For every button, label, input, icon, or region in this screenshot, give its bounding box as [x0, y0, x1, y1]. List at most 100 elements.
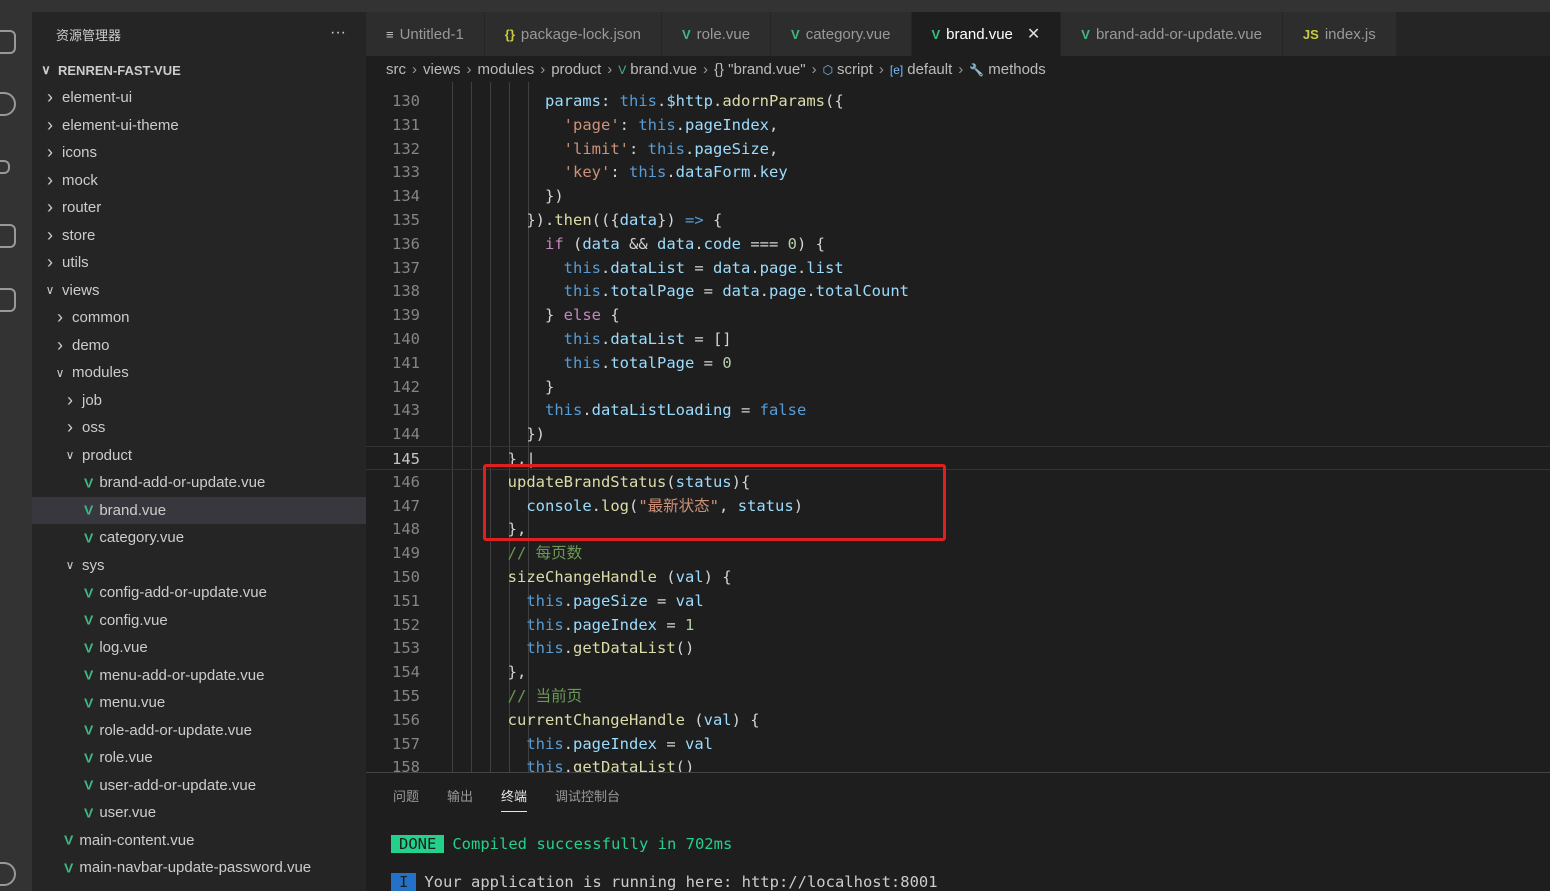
code-line[interactable]: 149 // 每页数 [366, 541, 1550, 565]
code-line[interactable]: 154 }, [366, 660, 1550, 684]
tree-item[interactable]: Vbrand.vue [32, 496, 366, 524]
panel-tab[interactable]: 调试控制台 [555, 786, 620, 805]
code-line[interactable]: 136 if (data && data.code === 0) { [366, 232, 1550, 256]
code-line[interactable]: 142 } [366, 375, 1550, 399]
tree-item[interactable]: › mock [32, 167, 366, 195]
code-editor[interactable]: 130 params: this.$http.adornParams({131 … [366, 82, 1550, 772]
breadcrumb-item[interactable]: ⬡ script [823, 61, 873, 78]
tree-item[interactable]: ∨ modules [32, 359, 366, 387]
tree-item-label: store [62, 226, 96, 244]
tree-item-label: config-add-or-update.vue [99, 584, 267, 602]
code-line[interactable]: 134 }) [366, 184, 1550, 208]
code-text: this.totalPage = data.page.totalCount [433, 279, 909, 303]
code-line[interactable]: 143 this.dataListLoading = false [366, 398, 1550, 422]
code-text: } [433, 375, 554, 399]
tree-item[interactable]: Vrole-add-or-update.vue [32, 717, 366, 745]
code-line[interactable]: 157 this.pageIndex = val [366, 732, 1550, 756]
tab-index-js[interactable]: JS index.js [1282, 12, 1397, 56]
code-line[interactable]: 152 this.pageIndex = 1 [366, 613, 1550, 637]
search-icon[interactable] [0, 92, 16, 116]
close-icon[interactable]: ✕ [1027, 24, 1040, 44]
breadcrumb-item[interactable]: {} "brand.vue" [714, 61, 806, 78]
chevron-right-icon: › [47, 87, 53, 108]
tree-item-label: user-add-or-update.vue [99, 776, 257, 794]
tree-item[interactable]: Vmenu.vue [32, 689, 366, 717]
tab-brand-vue[interactable]: Vbrand.vue ✕ [911, 12, 1062, 56]
tree-item[interactable]: Vconfig-add-or-update.vue [32, 579, 366, 607]
code-token: sizeChangeHandle [507, 568, 657, 586]
code-line[interactable]: 151 this.pageSize = val [366, 589, 1550, 613]
tree-item[interactable]: › utils [32, 249, 366, 277]
tab-Untitled-1[interactable]: ≡ Untitled-1 [366, 12, 485, 56]
tree-item[interactable]: Vbrand-add-or-update.vue [32, 469, 366, 497]
code-token: else [563, 306, 601, 325]
tree-item[interactable]: › store [32, 222, 366, 250]
code-line[interactable]: 153 this.getDataList() [366, 636, 1550, 660]
code-token: => [684, 211, 704, 229]
tree-item[interactable]: › icons [32, 139, 366, 167]
code-line[interactable]: 133 'key': this.dataForm.key [366, 160, 1550, 184]
tree-item[interactable]: › job [32, 387, 366, 415]
tree-item-label: demo [72, 336, 110, 354]
breadcrumb-item[interactable]: product [551, 61, 601, 78]
account-icon[interactable] [0, 862, 16, 886]
breadcrumb-item[interactable]: views [423, 61, 461, 78]
source-control-icon[interactable] [0, 160, 10, 174]
code-text: // 当前页 [433, 684, 583, 708]
code-line[interactable]: 131 'page': this.pageIndex, [366, 113, 1550, 137]
code-line[interactable]: 158 this.getDataList() [366, 755, 1550, 772]
explorer-icon[interactable] [0, 30, 16, 54]
tree-item[interactable]: Vrole.vue [32, 744, 366, 772]
panel-tab[interactable]: 终端 [501, 786, 528, 812]
breadcrumb-item[interactable]: Vbrand.vue [618, 61, 697, 78]
tree-item[interactable]: Vcategory.vue [32, 524, 366, 552]
tree-item[interactable]: › common [32, 304, 366, 332]
tree-item[interactable]: › element-ui-theme [32, 112, 366, 140]
tree-item[interactable]: Vuser.vue [32, 799, 366, 827]
breadcrumb-item[interactable]: modules [478, 61, 535, 78]
tree-item[interactable]: Vmain-navbar-update-password.vue [32, 854, 366, 882]
tree-item[interactable]: ∨ views [32, 277, 366, 305]
tree-item[interactable]: ∨ sys [32, 552, 366, 580]
tree-item[interactable]: › element-ui [32, 84, 366, 112]
run-debug-icon[interactable] [0, 224, 16, 248]
code-line[interactable]: 144 }) [366, 422, 1550, 446]
line-number: 139 [392, 306, 420, 325]
workspace-root[interactable]: ∨ RENREN-FAST-VUE [32, 56, 366, 84]
code-line[interactable]: 139 } else { [366, 303, 1550, 327]
tab-package-lock-json[interactable]: {} package-lock.json [484, 12, 662, 56]
tree-item[interactable]: Vmain-content.vue [32, 827, 366, 855]
tree-item[interactable]: › router [32, 194, 366, 222]
tree-item[interactable]: Vconfig.vue [32, 607, 366, 635]
code-line[interactable]: 137 this.dataList = data.page.list [366, 256, 1550, 280]
code-token: ) { [797, 234, 825, 253]
breadcrumb-item[interactable]: 🔧 methods [969, 61, 1046, 78]
tree-item[interactable]: ∨ product [32, 442, 366, 470]
code-line[interactable]: 132 'limit': this.pageSize, [366, 137, 1550, 161]
extensions-icon[interactable] [0, 288, 16, 312]
tree-item[interactable]: › demo [32, 332, 366, 360]
breadcrumb-label: brand.vue [630, 60, 697, 78]
code-line[interactable]: 156 currentChangeHandle (val) { [366, 708, 1550, 732]
tab-role-vue[interactable]: Vrole.vue [662, 12, 772, 56]
more-actions-button[interactable]: ··· [330, 24, 346, 42]
code-line[interactable]: 130 params: this.$http.adornParams({ [366, 89, 1550, 113]
tab-brand-add-or-update-vue[interactable]: Vbrand-add-or-update.vue [1061, 12, 1283, 56]
tree-item[interactable]: Vmenu-add-or-update.vue [32, 662, 366, 690]
panel-tab[interactable]: 输出 [447, 786, 473, 805]
code-line[interactable]: 135 }).then(({data}) => { [366, 208, 1550, 232]
tree-item[interactable]: Vuser-add-or-update.vue [32, 772, 366, 800]
panel-tab[interactable]: 问题 [393, 786, 419, 805]
code-line[interactable]: 141 this.totalPage = 0 [366, 351, 1550, 375]
code-line[interactable]: 150 sizeChangeHandle (val) { [366, 565, 1550, 589]
tree-item-label: log.vue [99, 639, 148, 657]
code-line[interactable]: 138 this.totalPage = data.page.totalCoun… [366, 279, 1550, 303]
code-line[interactable]: 155 // 当前页 [366, 684, 1550, 708]
tree-item[interactable]: Vlog.vue [32, 634, 366, 662]
line-number: 135 [392, 211, 420, 229]
breadcrumb-item[interactable]: src [386, 61, 406, 78]
code-line[interactable]: 140 this.dataList = [] [366, 327, 1550, 351]
tab-category-vue[interactable]: Vcategory.vue [771, 12, 912, 56]
breadcrumb-item[interactable]: [e] default [890, 61, 952, 78]
tree-item[interactable]: › oss [32, 414, 366, 442]
